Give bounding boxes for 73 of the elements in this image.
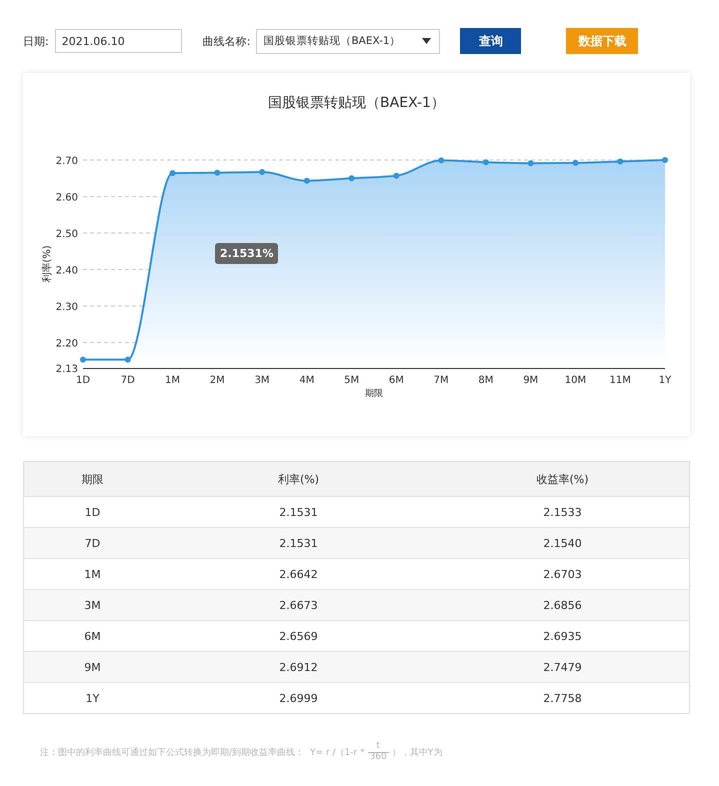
table-cell-text: 1M xyxy=(83,566,102,582)
note-text: 注：图中的利率曲线可通过如下公式转换为即期/到期收益率曲线： xyxy=(40,746,304,759)
data-point xyxy=(572,160,578,166)
note-text: 其中Y为 xyxy=(410,746,442,759)
formula-end: ）， xyxy=(392,746,410,759)
y-tick-label: 2.60 xyxy=(56,192,78,204)
data-point xyxy=(259,169,266,176)
column-header: 收益率(%) xyxy=(535,472,590,488)
x-tick-label: 11M xyxy=(610,375,631,386)
table-cell-text: 2.6935 xyxy=(542,628,583,644)
x-tick-label: 4M xyxy=(299,375,314,386)
chart-title: 国股银票转贴现（BAEX-1） xyxy=(267,94,446,113)
caret-icon xyxy=(422,38,432,44)
table-cell-text: 2.1540 xyxy=(542,536,583,552)
table-cell-text: 2.6569 xyxy=(278,628,319,644)
table-cell-text: 2.6856 xyxy=(542,598,583,614)
x-tick-label: 6M xyxy=(388,375,404,386)
y-tick-label: 2.50 xyxy=(56,228,78,240)
table-cell-text: 1Y xyxy=(84,690,100,706)
x-tick-label: 8M xyxy=(478,375,494,386)
x-tick-label: 10M xyxy=(564,375,586,386)
y-axis-title: 利率(%) xyxy=(42,245,53,283)
table-cell-text: 1D xyxy=(84,504,102,520)
x-tick-label: 1Y xyxy=(658,375,672,386)
x-tick-label: 5M xyxy=(344,375,360,386)
table-cell-text: 9M xyxy=(83,660,102,676)
date-field[interactable]: 2021.06.10 xyxy=(54,29,182,53)
data-point xyxy=(124,356,131,363)
x-tick-label: 9M xyxy=(523,375,538,386)
data-point xyxy=(304,178,310,184)
data-point xyxy=(393,172,400,179)
table-cell-text: 3M xyxy=(83,598,102,614)
x-tick-label: 1M xyxy=(165,375,180,386)
table-cell-text: 7D xyxy=(84,536,102,552)
query-button[interactable]: 查询 xyxy=(460,28,522,54)
x-tick-label: 7D xyxy=(120,375,135,386)
table-cell-text: 2.7479 xyxy=(542,660,583,676)
data-point xyxy=(482,159,489,166)
table-cell-text: 2.6673 xyxy=(278,598,319,614)
data-point xyxy=(662,157,668,163)
table-cell-text: 2.1531 xyxy=(278,504,319,520)
data-point xyxy=(214,170,220,176)
table-cell-text: 2.6642 xyxy=(278,566,319,582)
y-tick-label: 2.13 xyxy=(56,364,78,375)
data-point xyxy=(528,160,534,166)
table-cell-text: 6M xyxy=(83,628,102,644)
table-cell-text: 2.1533 xyxy=(542,504,583,520)
x-tick-label: 3M xyxy=(254,375,270,386)
date-label: 日期: xyxy=(23,34,49,48)
y-tick-label: 2.40 xyxy=(56,265,78,276)
data-point xyxy=(617,158,624,164)
data-point xyxy=(170,170,176,176)
chart-tooltip: 2.1531% xyxy=(215,243,278,264)
table-cell-text: 2.6703 xyxy=(542,566,583,582)
x-tick-label: 2M xyxy=(210,375,225,386)
table-cell-text: 2.1531 xyxy=(278,536,319,552)
x-tick-label: 7M xyxy=(434,375,449,386)
y-tick-label: 2.20 xyxy=(56,338,78,350)
x-axis-title: 期限 xyxy=(365,389,383,399)
data-point xyxy=(80,356,86,363)
column-header: 期限 xyxy=(80,472,104,488)
x-tick-label: 1D xyxy=(76,375,90,386)
table-cell-text: 2.7758 xyxy=(542,690,583,706)
formula-text: Y= r /（1-r * xyxy=(310,746,365,759)
y-tick-label: 2.30 xyxy=(56,302,78,313)
curve-dropdown[interactable]: 国股银票转贴现（BAEX-1） xyxy=(256,28,440,54)
data-point xyxy=(438,157,444,164)
table-cell-text: 2.6912 xyxy=(278,660,319,676)
y-tick-label: 2.70 xyxy=(56,156,78,167)
column-header: 利率(%) xyxy=(276,472,320,488)
data-point xyxy=(348,175,355,182)
table-cell-text: 2.6999 xyxy=(278,690,319,706)
curve-label: 曲线名称: xyxy=(202,34,250,48)
